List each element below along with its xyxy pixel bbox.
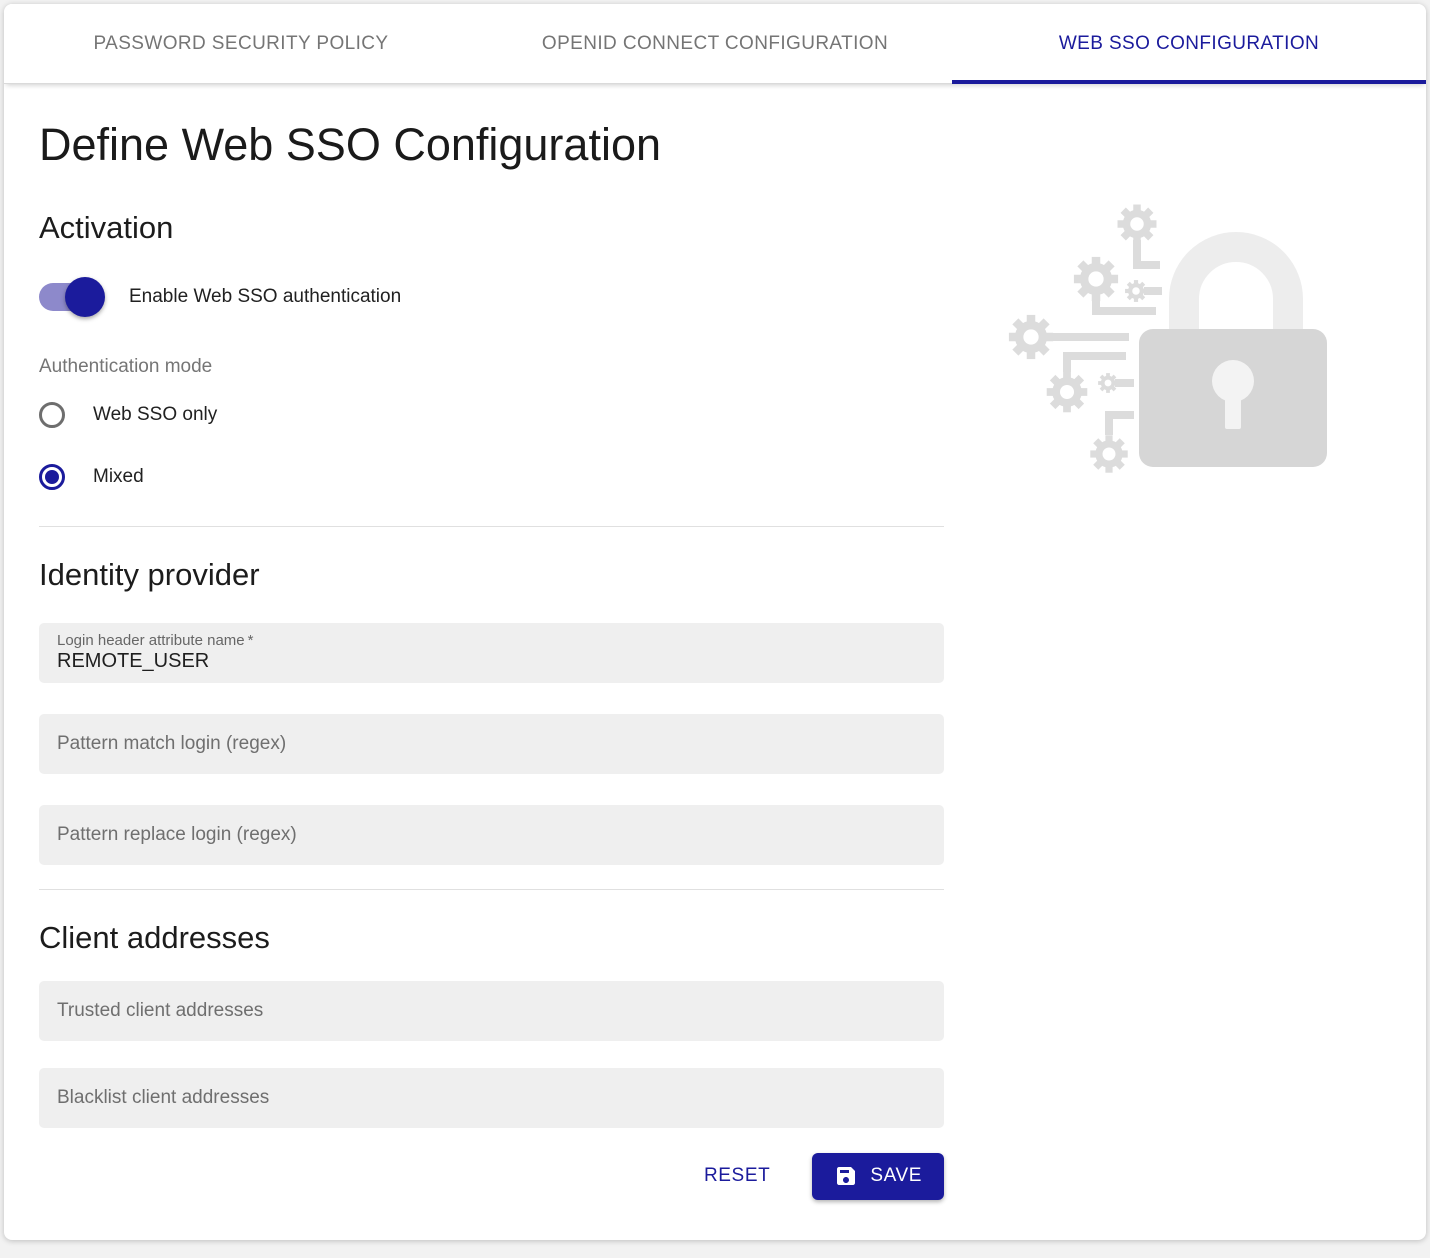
pattern-replace-login-input[interactable] <box>57 823 926 846</box>
form-actions: RESET SAVE <box>39 1153 944 1200</box>
settings-card: PASSWORD SECURITY POLICY OPENID CONNECT … <box>4 4 1426 1240</box>
page-title: Define Web SSO Configuration <box>39 120 944 170</box>
save-button[interactable]: SAVE <box>812 1153 944 1200</box>
login-header-attribute-input[interactable] <box>57 650 926 673</box>
client-addresses-heading: Client addresses <box>39 920 944 956</box>
radio-mixed-label: Mixed <box>93 466 144 488</box>
identity-provider-heading: Identity provider <box>39 557 944 593</box>
trusted-client-addresses-input[interactable] <box>57 999 926 1022</box>
pattern-match-login-field[interactable] <box>39 714 944 774</box>
padlock-gears-illustration <box>984 184 1364 484</box>
enable-web-sso-toggle[interactable] <box>39 283 103 311</box>
web-sso-configuration-panel: Define Web SSO Configuration Activation … <box>4 84 1426 1200</box>
login-header-attribute-field[interactable]: Login header attribute name * <box>39 623 944 683</box>
radio-option-mixed[interactable]: Mixed <box>39 464 944 490</box>
blacklist-client-addresses-field[interactable] <box>39 1068 944 1128</box>
radio-option-web-sso-only[interactable]: Web SSO only <box>39 402 944 428</box>
section-divider <box>39 526 944 527</box>
login-header-attribute-label: Login header attribute name * <box>57 632 254 651</box>
tab-openid-connect-configuration[interactable]: OPENID CONNECT CONFIGURATION <box>478 4 952 83</box>
radio-web-sso-only[interactable] <box>39 402 65 428</box>
section-divider <box>39 889 944 890</box>
pattern-replace-login-field[interactable] <box>39 805 944 865</box>
reset-button[interactable]: RESET <box>690 1155 784 1197</box>
toggle-thumb <box>65 277 105 317</box>
tab-password-security-policy[interactable]: PASSWORD SECURITY POLICY <box>4 4 478 83</box>
pattern-match-login-input[interactable] <box>57 732 926 755</box>
trusted-client-addresses-field[interactable] <box>39 981 944 1041</box>
tab-web-sso-configuration[interactable]: WEB SSO CONFIGURATION <box>952 4 1426 83</box>
activation-heading: Activation <box>39 210 944 246</box>
radio-mixed[interactable] <box>39 464 65 490</box>
save-floppy-icon <box>834 1164 858 1188</box>
configuration-tabbar: PASSWORD SECURITY POLICY OPENID CONNECT … <box>4 4 1426 84</box>
radio-web-sso-only-label: Web SSO only <box>93 404 217 426</box>
enable-web-sso-toggle-label: Enable Web SSO authentication <box>129 286 401 308</box>
authentication-mode-label: Authentication mode <box>39 356 944 378</box>
save-button-label: SAVE <box>870 1165 922 1187</box>
blacklist-client-addresses-input[interactable] <box>57 1086 926 1109</box>
